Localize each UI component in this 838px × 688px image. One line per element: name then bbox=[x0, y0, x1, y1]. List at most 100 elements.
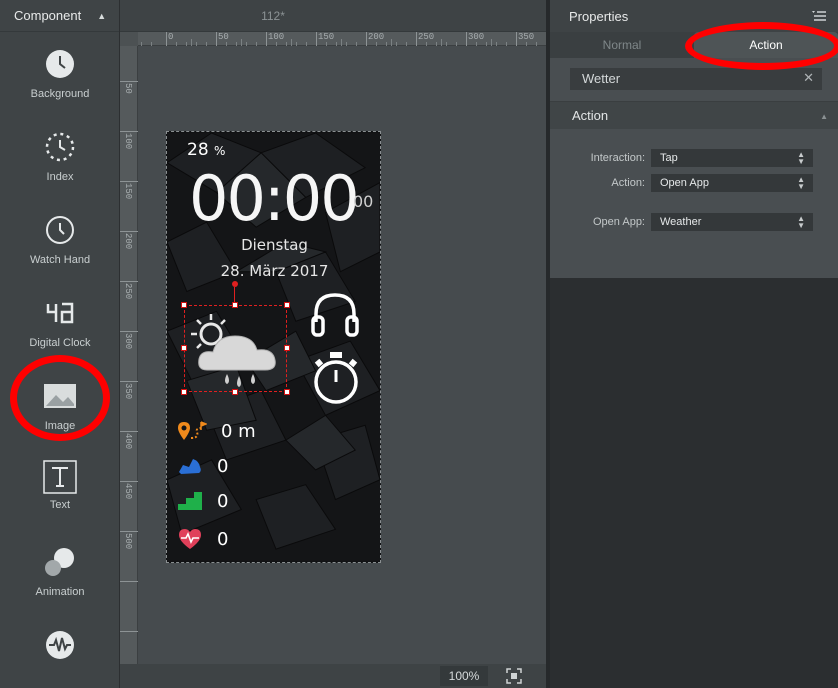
clear-icon[interactable]: ✕ bbox=[803, 70, 814, 86]
date-text: 28. März 2017 bbox=[220, 262, 329, 280]
component-animation[interactable]: Animation bbox=[0, 542, 120, 598]
dashed-clock-icon bbox=[40, 127, 80, 167]
ruler-label: 200 bbox=[123, 233, 133, 250]
steps-row: 0 bbox=[177, 454, 228, 478]
weekday-text: Dienstag bbox=[241, 236, 308, 254]
ruler-label: 350 bbox=[123, 383, 133, 400]
ruler-label: 250 bbox=[123, 283, 133, 300]
component-watch-hand[interactable]: Watch Hand bbox=[0, 210, 120, 266]
interaction-value: Tap bbox=[660, 152, 678, 164]
battery-value: 28 bbox=[187, 140, 209, 160]
section-title: Action bbox=[572, 108, 609, 123]
collapse-up-icon[interactable]: ▲ bbox=[820, 112, 828, 121]
floors-value: 0 bbox=[217, 490, 229, 512]
resize-handle[interactable] bbox=[284, 302, 290, 308]
select-arrows-icon: ▲ ▼ bbox=[797, 175, 805, 191]
stairs-icon bbox=[178, 492, 202, 510]
ruler-label: 150 bbox=[318, 32, 335, 42]
tab-normal[interactable]: Normal bbox=[550, 32, 694, 58]
zoom-level[interactable]: 100% bbox=[440, 666, 488, 686]
component-label: Digital Clock bbox=[29, 337, 91, 349]
select-arrows-icon: ▲ ▼ bbox=[797, 214, 805, 230]
clock-icon bbox=[40, 44, 80, 84]
select-arrows-icon: ▲ ▼ bbox=[797, 150, 805, 166]
interaction-label: Interaction: bbox=[590, 152, 645, 164]
action-section-header[interactable]: Action ▲ bbox=[550, 101, 838, 129]
component-index[interactable]: Index bbox=[0, 127, 120, 183]
ruler-label: 500 bbox=[123, 533, 133, 550]
component-label: Watch Hand bbox=[29, 254, 91, 266]
component-panel: Component ▲ Background Index Watch Hand bbox=[0, 0, 120, 688]
properties-panel: Properties Normal Action Wetter ✕ Action… bbox=[546, 0, 838, 688]
distance-value: 0 m bbox=[221, 420, 256, 442]
component-digital-clock[interactable]: Digital Clock bbox=[0, 293, 120, 349]
ruler-vertical: 50 100 150 200 250 300 350 400 450 500 bbox=[120, 46, 138, 664]
rotate-handle[interactable] bbox=[232, 281, 238, 287]
steps-value: 0 bbox=[217, 455, 229, 477]
component-panel-title: Component bbox=[14, 8, 82, 23]
resize-handle[interactable] bbox=[232, 302, 238, 308]
ruler-label: 50 bbox=[218, 32, 229, 42]
highlight-ring bbox=[10, 355, 110, 441]
ruler-label: 100 bbox=[268, 32, 285, 42]
ruler-label: 200 bbox=[368, 32, 385, 42]
app-window: Component ▲ Background Index Watch Hand bbox=[0, 0, 838, 688]
ruler-label: 250 bbox=[418, 32, 435, 42]
component-label: Index bbox=[46, 171, 74, 183]
properties-body: Wetter ✕ Action ▲ Interaction: Tap ▲ ▼ Ac… bbox=[550, 58, 838, 278]
document-title: 112* bbox=[261, 9, 285, 23]
panel-menu-icon[interactable] bbox=[812, 10, 826, 22]
component-panel-header[interactable]: Component ▲ bbox=[0, 0, 119, 32]
headphones-icon[interactable] bbox=[310, 290, 360, 340]
selection-box[interactable] bbox=[184, 305, 287, 392]
element-name-value: Wetter bbox=[582, 71, 621, 86]
heart-rate-value: 0 bbox=[217, 528, 229, 550]
action-select[interactable]: Open App ▲ ▼ bbox=[651, 174, 813, 192]
watch-face-preview[interactable]: 28 % 00:00 00 Dienstag 28. März 2017 0 m… bbox=[166, 131, 381, 563]
ruler-label: 400 bbox=[123, 433, 133, 450]
resize-handle[interactable] bbox=[181, 302, 187, 308]
ruler-label: 150 bbox=[123, 183, 133, 200]
collapse-up-icon[interactable]: ▲ bbox=[97, 11, 106, 21]
element-name-field[interactable]: Wetter ✕ bbox=[570, 68, 822, 90]
animation-icon bbox=[40, 542, 80, 582]
component-label: Text bbox=[49, 499, 71, 511]
ruler-horizontal: 0 50 100 150 200 250 300 350 bbox=[138, 32, 546, 46]
canvas-toolbar: 112* bbox=[120, 0, 546, 32]
interaction-select[interactable]: Tap ▲ ▼ bbox=[651, 149, 813, 167]
fit-screen-icon[interactable] bbox=[506, 668, 522, 684]
resize-handle[interactable] bbox=[284, 389, 290, 395]
open-app-select[interactable]: Weather ▲ ▼ bbox=[651, 213, 813, 231]
resize-handle[interactable] bbox=[232, 389, 238, 395]
ruler-corner bbox=[120, 32, 138, 46]
rotate-line bbox=[234, 287, 235, 302]
location-marker-icon bbox=[178, 421, 207, 440]
stopwatch-icon[interactable] bbox=[312, 350, 360, 406]
component-waveform[interactable] bbox=[0, 625, 120, 669]
floors-row: 0 bbox=[177, 489, 228, 513]
heart-rate-icon bbox=[179, 529, 201, 549]
ruler-label: 300 bbox=[468, 32, 485, 42]
resize-handle[interactable] bbox=[181, 345, 187, 351]
digital-clock-icon bbox=[40, 293, 80, 333]
ruler-label: 300 bbox=[123, 333, 133, 350]
time-display: 00:00 bbox=[189, 162, 360, 235]
shoe-icon bbox=[179, 459, 201, 474]
heart-rate-row: 0 bbox=[177, 527, 228, 551]
component-label: Background bbox=[30, 88, 90, 100]
distance-row: 0 m bbox=[177, 419, 256, 443]
component-text[interactable]: Text bbox=[0, 459, 120, 511]
watch-hand-icon bbox=[40, 210, 80, 250]
open-app-label: Open App: bbox=[593, 216, 645, 228]
action-value: Open App bbox=[660, 177, 709, 189]
resize-handle[interactable] bbox=[284, 345, 290, 351]
canvas-statusbar: 100% bbox=[120, 664, 546, 688]
open-app-value: Weather bbox=[660, 216, 702, 228]
properties-empty-area bbox=[550, 278, 838, 688]
resize-handle[interactable] bbox=[181, 389, 187, 395]
properties-title: Properties bbox=[569, 9, 629, 24]
seconds-display: 00 bbox=[353, 192, 374, 211]
ruler-label: 350 bbox=[518, 32, 535, 42]
component-background[interactable]: Background bbox=[0, 44, 120, 100]
battery-readout: 28 % bbox=[187, 140, 225, 160]
